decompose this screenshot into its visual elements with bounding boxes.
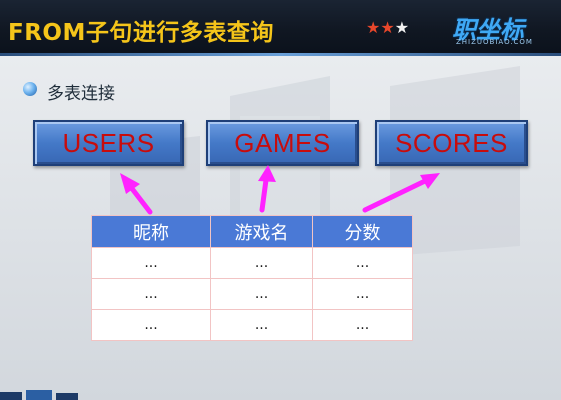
table-header-row: 昵称 游戏名 分数 [91, 215, 413, 248]
column-header-nickname: 昵称 [91, 215, 211, 248]
scores-table-label: SCORES [395, 127, 508, 158]
logo-sub-text: ZHIZUOBIAO.COM [456, 38, 533, 46]
table-cell: ... [210, 278, 313, 310]
column-header-game-name: 游戏名 [210, 215, 313, 248]
table-row: ... ... ... [91, 278, 413, 310]
bullet-icon [23, 82, 37, 96]
table-row: ... ... ... [91, 309, 413, 341]
section-heading: 多表连接 [47, 84, 115, 104]
table-cell: ... [91, 309, 211, 341]
white-star-icon: ★ [394, 18, 410, 37]
table-cell: ... [312, 309, 413, 341]
users-table-box: USERS [33, 120, 184, 166]
table-cell: ... [312, 247, 413, 279]
red-stars-icon: ★★ [366, 18, 395, 37]
table-cell: ... [91, 278, 211, 310]
games-table-box: GAMES [206, 120, 359, 166]
users-table-label: USERS [62, 127, 155, 158]
games-table-label: GAMES [234, 127, 331, 158]
table-cell: ... [210, 247, 313, 279]
table-cell: ... [210, 309, 313, 341]
brand-logo: 职坐标 ZHIZUOBIAO.COM [452, 10, 552, 50]
result-table: 昵称 游戏名 分数 ... ... ... ... ... ... ... ..… [91, 215, 413, 341]
table-row: ... ... ... [91, 247, 413, 279]
decorative-thumbnails [0, 390, 78, 400]
table-cell: ... [312, 278, 413, 310]
rating-stars: ★★★ [366, 20, 409, 36]
slide-header: FROM子句进行多表查询 ★★★ 职坐标 ZHIZUOBIAO.COM [0, 0, 561, 56]
table-cell: ... [91, 247, 211, 279]
scores-table-box: SCORES [375, 120, 528, 166]
slide-title: FROM子句进行多表查询 [8, 20, 274, 46]
column-header-score: 分数 [312, 215, 413, 248]
